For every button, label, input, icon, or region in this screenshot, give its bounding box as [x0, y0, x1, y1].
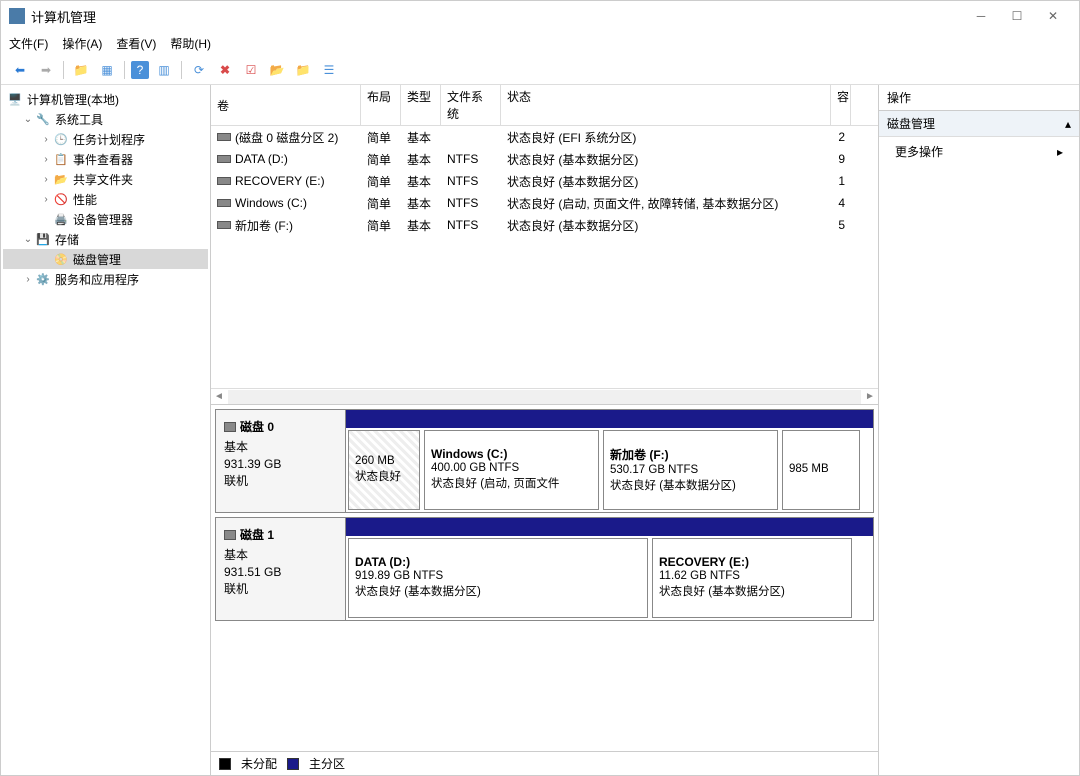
disk-1-header-bar [346, 518, 873, 536]
volume-list: 卷 布局 类型 文件系统 状态 容 (磁盘 0 磁盘分区 2)简单基本状态良好 … [211, 85, 878, 405]
legend: 未分配 主分区 [211, 751, 878, 775]
tree-event-viewer[interactable]: ›📋事件查看器 [3, 149, 208, 169]
titlebar: 计算机管理 ─ ☐ ✕ [1, 1, 1079, 31]
maximize-button[interactable]: ☐ [999, 2, 1035, 30]
legend-primary-label: 主分区 [309, 755, 345, 772]
disk-0[interactable]: 磁盘 0 基本 931.39 GB 联机 260 MB状态良好Windows (… [215, 409, 874, 513]
legend-unallocated-label: 未分配 [241, 755, 277, 772]
collapse-icon: ▴ [1065, 117, 1071, 131]
back-button[interactable]: ⬅ [9, 59, 31, 81]
refresh-icon[interactable]: ⟳ [188, 59, 210, 81]
partition[interactable]: RECOVERY (E:)11.62 GB NTFS状态良好 (基本数据分区) [652, 538, 852, 618]
tree-storage[interactable]: ⌄💾存储 [3, 229, 208, 249]
folder2-icon[interactable]: 📂 [266, 59, 288, 81]
actions-category[interactable]: 磁盘管理▴ [879, 111, 1079, 137]
horizontal-scrollbar[interactable]: ◄ ► [211, 388, 878, 404]
chevron-right-icon: ▸ [1057, 145, 1063, 159]
list-icon[interactable]: ▦ [96, 59, 118, 81]
tree-services[interactable]: ›⚙️服务和应用程序 [3, 269, 208, 289]
app-icon [9, 8, 25, 24]
tree-panel: 🖥️计算机管理(本地) ⌄🔧系统工具 ›🕒任务计划程序 ›📋事件查看器 ›📂共享… [1, 85, 211, 775]
tree-performance[interactable]: ›🚫性能 [3, 189, 208, 209]
volume-icon [217, 155, 231, 163]
forward-button[interactable]: ➡ [35, 59, 57, 81]
partition[interactable]: DATA (D:)919.89 GB NTFS状态良好 (基本数据分区) [348, 538, 648, 618]
col-type[interactable]: 类型 [401, 85, 441, 125]
volume-list-header: 卷 布局 类型 文件系统 状态 容 [211, 85, 878, 126]
disk-0-info: 磁盘 0 基本 931.39 GB 联机 [216, 410, 346, 512]
menubar: 文件(F) 操作(A) 查看(V) 帮助(H) [1, 31, 1079, 55]
volume-row[interactable]: (磁盘 0 磁盘分区 2)简单基本状态良好 (EFI 系统分区)2 [211, 126, 878, 148]
disk-1-info: 磁盘 1 基本 931.51 GB 联机 [216, 518, 346, 620]
tree-disk-management[interactable]: 📀磁盘管理 [3, 249, 208, 269]
toolbar: ⬅ ➡ 📁 ▦ ? ▥ ⟳ ✖ ☑ 📂 📁 ☰ [1, 55, 1079, 85]
delete-icon[interactable]: ✖ [214, 59, 236, 81]
close-button[interactable]: ✕ [1035, 2, 1071, 30]
actions-header: 操作 [879, 85, 1079, 111]
volume-row[interactable]: Windows (C:)简单基本NTFS状态良好 (启动, 页面文件, 故障转储… [211, 192, 878, 214]
volume-icon [217, 199, 231, 207]
volume-icon [217, 221, 231, 229]
legend-primary-swatch [287, 758, 299, 770]
volume-row[interactable]: RECOVERY (E:)简单基本NTFS状态良好 (基本数据分区)1 [211, 170, 878, 192]
tree-shared-folders[interactable]: ›📂共享文件夹 [3, 169, 208, 189]
menu-help[interactable]: 帮助(H) [170, 35, 211, 52]
view-icon[interactable]: ▥ [153, 59, 175, 81]
legend-unallocated-swatch [219, 758, 231, 770]
tree-system-tools[interactable]: ⌄🔧系统工具 [3, 109, 208, 129]
partition[interactable]: Windows (C:)400.00 GB NTFS状态良好 (启动, 页面文件 [424, 430, 599, 510]
window-title: 计算机管理 [31, 7, 963, 26]
minimize-button[interactable]: ─ [963, 2, 999, 30]
folder3-icon[interactable]: 📁 [292, 59, 314, 81]
scroll-right-icon[interactable]: ► [862, 391, 878, 402]
volume-icon [217, 177, 231, 185]
col-status[interactable]: 状态 [501, 85, 831, 125]
disk-icon [224, 530, 236, 540]
disk-icon [224, 422, 236, 432]
help-icon[interactable]: ? [131, 61, 149, 79]
menu-action[interactable]: 操作(A) [62, 35, 102, 52]
col-filesystem[interactable]: 文件系统 [441, 85, 501, 125]
folder-icon[interactable]: 📁 [70, 59, 92, 81]
props-icon[interactable]: ☰ [318, 59, 340, 81]
check-icon[interactable]: ☑ [240, 59, 262, 81]
tree-device-manager[interactable]: 🖨️设备管理器 [3, 209, 208, 229]
center-panel: 卷 布局 类型 文件系统 状态 容 (磁盘 0 磁盘分区 2)简单基本状态良好 … [211, 85, 879, 775]
tree-task-scheduler[interactable]: ›🕒任务计划程序 [3, 129, 208, 149]
disk-0-header-bar [346, 410, 873, 428]
col-volume[interactable]: 卷 [211, 85, 361, 125]
col-capacity[interactable]: 容 [831, 85, 851, 125]
scroll-left-icon[interactable]: ◄ [211, 391, 227, 402]
scroll-track[interactable] [228, 390, 861, 404]
actions-panel: 操作 磁盘管理▴ 更多操作▸ [879, 85, 1079, 775]
col-layout[interactable]: 布局 [361, 85, 401, 125]
partition[interactable]: 985 MB [782, 430, 860, 510]
menu-file[interactable]: 文件(F) [9, 35, 48, 52]
graphical-view: 磁盘 0 基本 931.39 GB 联机 260 MB状态良好Windows (… [211, 405, 878, 751]
volume-row[interactable]: DATA (D:)简单基本NTFS状态良好 (基本数据分区)9 [211, 148, 878, 170]
volume-icon [217, 133, 231, 141]
partition[interactable]: 260 MB状态良好 [348, 430, 420, 510]
menu-view[interactable]: 查看(V) [116, 35, 156, 52]
tree-root[interactable]: 🖥️计算机管理(本地) [3, 89, 208, 109]
volume-row[interactable]: 新加卷 (F:)简单基本NTFS状态良好 (基本数据分区)5 [211, 214, 878, 236]
actions-more[interactable]: 更多操作▸ [879, 137, 1079, 166]
partition[interactable]: 新加卷 (F:)530.17 GB NTFS状态良好 (基本数据分区) [603, 430, 778, 510]
disk-1[interactable]: 磁盘 1 基本 931.51 GB 联机 DATA (D:)919.89 GB … [215, 517, 874, 621]
